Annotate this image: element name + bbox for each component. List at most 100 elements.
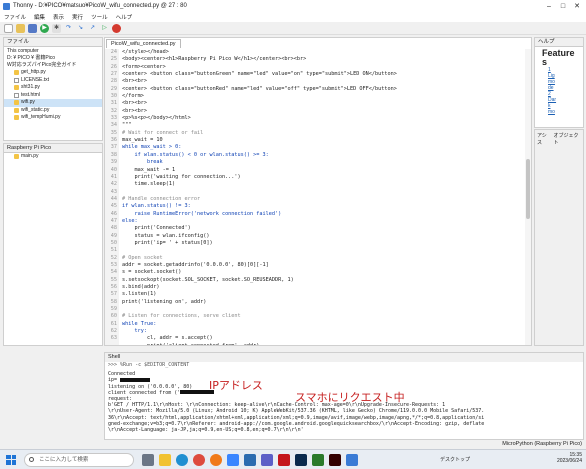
editor-scrollbar[interactable]: [525, 49, 531, 345]
scrollbar-thumb[interactable]: [526, 159, 530, 219]
file-item[interactable]: main.py: [4, 153, 102, 161]
code-line[interactable]: <br><br>: [122, 100, 525, 107]
code-line[interactable]: [122, 306, 525, 313]
step-into-icon[interactable]: ↘: [76, 24, 85, 33]
code-line[interactable]: max_wait -= 1: [122, 167, 525, 174]
step-over-icon[interactable]: ↷: [64, 24, 73, 33]
firefox-icon[interactable]: [210, 453, 222, 466]
code-line[interactable]: raise RuntimeError('network connection f…: [122, 211, 525, 218]
code-line[interactable]: cl, addr = s.accept(): [122, 335, 525, 342]
menu-help[interactable]: ヘルプ: [116, 13, 133, 21]
code-line[interactable]: <p>%s<p></body></html>: [122, 115, 525, 122]
new-file-icon[interactable]: [4, 23, 13, 33]
mail-icon[interactable]: [244, 453, 256, 466]
step-out-icon[interactable]: ↗: [88, 24, 97, 33]
code-line[interactable]: [122, 189, 525, 196]
resume-icon[interactable]: ▷: [100, 24, 109, 33]
tab-object-inspector[interactable]: オブジェクト: [554, 132, 581, 146]
stop-icon[interactable]: [112, 23, 121, 33]
store-icon[interactable]: [227, 453, 239, 466]
code-line[interactable]: s.bind(addr): [122, 284, 525, 291]
code-line[interactable]: # Wait for connect or fail: [122, 130, 525, 137]
shell-panel[interactable]: Shell >>> %Run -c $EDITOR_CONTENT Connec…: [104, 352, 584, 440]
code-line[interactable]: s.setsockopt(socket.SOL_SOCKET, socket.S…: [122, 277, 525, 284]
code-line[interactable]: <br><br>: [122, 108, 525, 115]
open-file-icon[interactable]: [16, 23, 25, 33]
code-line[interactable]: print('listening on', addr): [122, 299, 525, 306]
code-line[interactable]: </style></head>: [122, 49, 525, 56]
code-line[interactable]: """: [122, 122, 525, 129]
editor-tab[interactable]: PicoW_wifu_connected.py: [106, 39, 181, 48]
file-item[interactable]: sht31.py: [4, 84, 102, 92]
code-line[interactable]: [122, 247, 525, 254]
code-line[interactable]: print('ip= ' + status[0]): [122, 240, 525, 247]
file-item[interactable]: wifi_tempHumi.py: [4, 114, 102, 122]
code-line[interactable]: print('waiting for connection...'): [122, 174, 525, 181]
edge-icon[interactable]: [176, 453, 188, 466]
debug-icon[interactable]: ✱: [52, 23, 61, 33]
save-icon[interactable]: [28, 23, 37, 33]
menu-tools[interactable]: ツール: [91, 13, 108, 21]
code-line[interactable]: max_wait = 10: [122, 137, 525, 144]
tab-assistant[interactable]: アシス: [537, 132, 551, 146]
windows-start-icon[interactable]: [6, 454, 16, 465]
code-line[interactable]: addr = socket.getaddrinfo('0.0.0.0', 80)…: [122, 262, 525, 269]
code-line[interactable]: s.listen(1): [122, 291, 525, 298]
code-line[interactable]: # Listen for connections, serve client: [122, 313, 525, 320]
code-line[interactable]: status = wlan.ifconfig(): [122, 233, 525, 240]
acrobat-icon[interactable]: [278, 453, 290, 466]
source-text[interactable]: </style></head> <body><center><h1>Raspber…: [122, 49, 525, 345]
task-view-icon[interactable]: [142, 453, 154, 466]
file-item[interactable]: get_http.py: [4, 69, 102, 77]
file-item[interactable]: wifi_static.py: [4, 107, 102, 115]
code-line[interactable]: break: [122, 159, 525, 166]
code-line[interactable]: s = socket.socket(): [122, 269, 525, 276]
photoshop-icon[interactable]: [295, 453, 307, 466]
code-line[interactable]: if wlan.status() < 0 or wlan.status() >=…: [122, 152, 525, 159]
code-line[interactable]: print('Connected'): [122, 225, 525, 232]
code-line[interactable]: <br><br>: [122, 78, 525, 85]
code-line[interactable]: <body><center><h1>Raspberry Pi Pico W</h…: [122, 56, 525, 63]
minimize-icon[interactable]: –: [542, 0, 556, 12]
code-editor[interactable]: PicoW_wifu_connected.py 24 25 26 27 28 29 30 31…: [104, 37, 532, 346]
menu-file[interactable]: ファイル: [4, 13, 26, 21]
code-line[interactable]: try:: [122, 328, 525, 335]
file-item[interactable]: test.html: [4, 92, 102, 100]
menu-view[interactable]: 表示: [53, 13, 64, 21]
code-line[interactable]: while max_wait > 0:: [122, 144, 525, 151]
line-number: 42: [110, 181, 117, 188]
menu-edit[interactable]: 編集: [34, 13, 45, 21]
code-line[interactable]: while True:: [122, 321, 525, 328]
code-line[interactable]: <center> <button class="buttonGreen" nam…: [122, 71, 525, 78]
status-bar[interactable]: MicroPython (Raspberry Pi Pico): [0, 440, 586, 449]
dreamweaver-icon[interactable]: [312, 453, 324, 466]
code-line[interactable]: if wlan.status() != 3:: [122, 203, 525, 210]
code-line[interactable]: # Handle connection error: [122, 196, 525, 203]
window-title: Thonny - D:¥PICO¥matsuo¥PicoW_wifu_conne…: [13, 3, 187, 9]
help-link[interactable]: mo: [535, 109, 583, 115]
illustrator-icon[interactable]: [329, 453, 341, 466]
taskbar-search-input[interactable]: ここに入力して検索: [24, 452, 134, 467]
current-path[interactable]: D: ¥ PICO ¥ 書籍Pico: [4, 55, 102, 62]
code-line[interactable]: </form>: [122, 93, 525, 100]
code-line[interactable]: else:: [122, 218, 525, 225]
close-icon[interactable]: ✕: [570, 0, 584, 12]
code-line[interactable]: # Open socket: [122, 255, 525, 262]
thonny-taskbar-icon[interactable]: [346, 453, 358, 466]
current-path-folder[interactable]: W対応ラズパイPico完全ガイド: [4, 62, 102, 69]
code-area[interactable]: 24 25 26 27 28 29 30 31 32 33 34 35 36 37 38 39 40 41 42 43…: [105, 49, 525, 345]
teams-icon[interactable]: [261, 453, 273, 466]
explorer-icon[interactable]: [159, 453, 171, 466]
file-item[interactable]: LICENSE.txt: [4, 77, 102, 85]
code-line[interactable]: time.sleep(1): [122, 181, 525, 188]
desktop-label[interactable]: デスクトップ: [440, 456, 470, 463]
system-clock[interactable]: 15:35 2023/06/24: [557, 452, 582, 464]
maximize-icon[interactable]: □: [556, 0, 570, 12]
menu-run[interactable]: 実行: [72, 13, 83, 21]
code-line[interactable]: <center> <button class="buttonRed" name=…: [122, 86, 525, 93]
file-item[interactable]: wifi.py: [4, 99, 102, 107]
code-line[interactable]: <form><center>: [122, 64, 525, 71]
chrome-icon[interactable]: [193, 453, 205, 466]
code-line[interactable]: print('client connected from', addr): [122, 343, 525, 345]
run-icon[interactable]: ▶: [40, 23, 49, 33]
